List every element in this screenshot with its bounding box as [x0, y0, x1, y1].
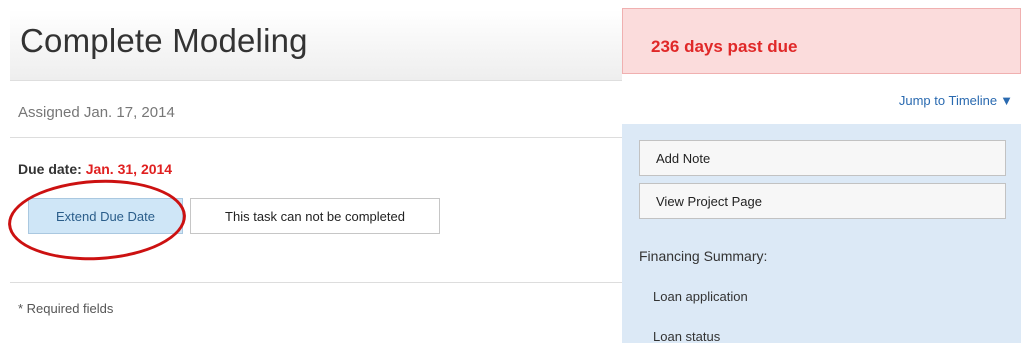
past-due-banner: 236 days past due — [622, 8, 1021, 74]
due-date-label: Due date: — [18, 161, 82, 177]
page-header: Complete Modeling — [10, 10, 622, 81]
annotation-circle — [6, 175, 188, 265]
financing-summary-heading: Financing Summary: — [639, 248, 768, 264]
required-fields-note: * Required fields — [18, 301, 114, 316]
sidebar-item-loan-application[interactable]: Loan application — [653, 289, 748, 304]
add-note-button[interactable]: Add Note — [639, 140, 1006, 176]
divider — [10, 137, 622, 138]
view-project-page-button[interactable]: View Project Page — [639, 183, 1006, 219]
triangle-down-icon: ▼ — [1000, 93, 1013, 108]
due-date-value: Jan. 31, 2014 — [85, 161, 173, 177]
jump-to-timeline-label: Jump to Timeline — [898, 93, 998, 108]
sidebar-panel: Add Note View Project Page Financing Sum… — [622, 124, 1021, 344]
jump-to-timeline-link[interactable]: Jump to Timeline ▼ — [899, 93, 1013, 108]
page-title: Complete Modeling — [20, 22, 308, 59]
cannot-complete-button[interactable]: This task can not be completed — [190, 198, 440, 234]
past-due-label: 236 days past due — [651, 37, 798, 56]
divider — [10, 282, 622, 283]
sidebar-item-loan-status[interactable]: Loan status — [653, 329, 720, 344]
due-date: Due date: Jan. 31, 2014 — [18, 161, 172, 177]
assigned-date: Assigned Jan. 17, 2014 — [18, 104, 175, 121]
